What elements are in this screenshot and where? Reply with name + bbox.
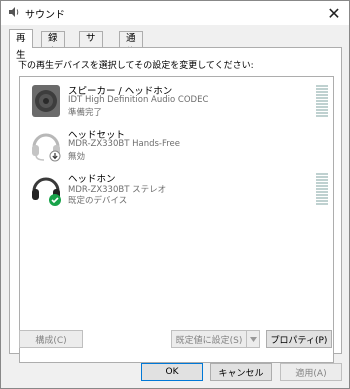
- volume-meter: [316, 173, 328, 206]
- instruction-text: 下の再生デバイスを選択してその設定を変更してください:: [18, 61, 254, 71]
- properties-button[interactable]: プロパティ(P): [266, 330, 332, 348]
- volume-meter: [316, 85, 328, 118]
- close-button[interactable]: ✕: [319, 1, 349, 25]
- speaker-icon: [9, 7, 19, 17]
- tab-playback[interactable]: 再生: [9, 29, 33, 61]
- sound-dialog: サウンド ✕ 再生 録音 サウンド 通信 下の再生デバイスを選択してその設定を変…: [0, 0, 350, 389]
- set-default-dropdown[interactable]: [246, 330, 260, 348]
- device-item[interactable]: スピーカー / ヘッドホン IDT High Definition Audio …: [20, 81, 333, 125]
- device-item[interactable]: ヘッドセット MDR-ZX330BT Hands-Free 無効: [20, 125, 333, 169]
- tab-recording[interactable]: 録音: [41, 31, 65, 58]
- speaker-icon: [32, 85, 60, 117]
- headphones-default-icon: [32, 177, 61, 206]
- title-bar: サウンド ✕: [1, 1, 349, 25]
- device-list[interactable]: スピーカー / ヘッドホン IDT High Definition Audio …: [19, 76, 334, 363]
- device-description: IDT High Definition Audio CODEC: [68, 95, 209, 105]
- chevron-down-icon: [249, 336, 257, 342]
- headset-disabled-icon: [32, 133, 61, 162]
- tab-communications[interactable]: 通信: [119, 31, 143, 58]
- window-title: サウンド: [25, 10, 65, 21]
- device-status: 無効: [68, 152, 86, 162]
- device-item[interactable]: ヘッドホン MDR-ZX330BT ステレオ 既定のデバイス: [20, 169, 333, 213]
- device-status: 準備完了: [68, 108, 103, 118]
- apply-button[interactable]: 適用(A): [280, 363, 342, 381]
- playback-panel: 下の再生デバイスを選択してその設定を変更してください: スピーカー / ヘッドホ…: [9, 47, 342, 363]
- cancel-button[interactable]: キャンセル: [210, 363, 272, 381]
- device-status: 既定のデバイス: [68, 196, 128, 206]
- set-default-button[interactable]: 既定値に設定(S): [171, 330, 247, 348]
- tab-sounds[interactable]: サウンド: [79, 31, 103, 86]
- device-description: MDR-ZX330BT Hands-Free: [68, 139, 181, 149]
- configure-button[interactable]: 構成(C): [19, 330, 83, 348]
- ok-button[interactable]: OK: [141, 363, 203, 381]
